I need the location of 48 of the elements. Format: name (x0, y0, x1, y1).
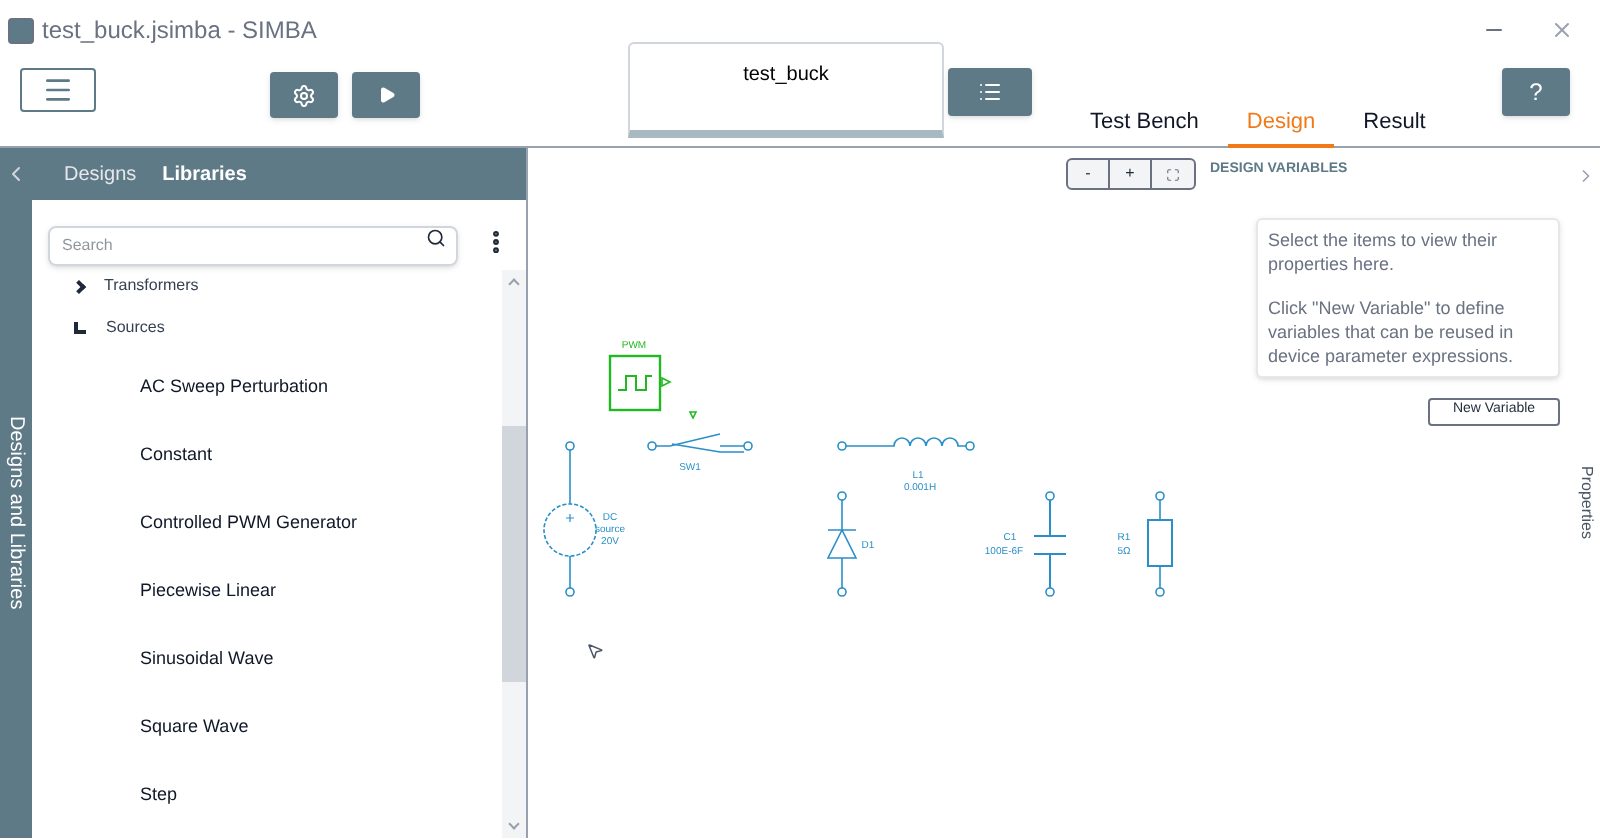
collapse-icon[interactable] (74, 322, 86, 334)
pwm-generator-drawing (608, 354, 672, 412)
scrollbar-thumb[interactable] (502, 426, 526, 682)
folder-label: Transformers (104, 274, 199, 298)
hint-text: Click "New Variable" to define variables that can be reused in device parameter expressions. (1268, 295, 1516, 367)
inductor-drawing (837, 437, 975, 451)
menu-button[interactable] (20, 68, 96, 112)
folder-label: Sources (106, 316, 165, 340)
library-item[interactable]: Piecewise Linear (32, 558, 502, 626)
close-icon[interactable] (1550, 18, 1574, 42)
cursor-icon (586, 642, 604, 660)
panel-side-label[interactable]: Designs and Libraries (1, 415, 31, 609)
search-icon[interactable] (426, 228, 446, 248)
search-field[interactable]: Search (48, 225, 458, 265)
diode-drawing (826, 491, 857, 597)
help-button[interactable]: ? (1502, 68, 1570, 116)
list-button[interactable] (948, 68, 1032, 116)
resistor-drawing (1147, 491, 1173, 597)
view-tab[interactable]: Test Bench (1072, 102, 1217, 148)
run-button[interactable] (352, 72, 420, 118)
app-logo-icon (8, 17, 34, 43)
library-item[interactable]: Controlled PWM Generator (32, 490, 502, 558)
fit-icon[interactable] (1166, 167, 1180, 181)
play-icon[interactable] (377, 86, 395, 104)
panel-tab[interactable]: Libraries (154, 159, 255, 189)
menu-icon[interactable] (42, 74, 74, 106)
zoom-button[interactable]: - (1068, 160, 1110, 188)
scroll-up-icon[interactable] (508, 278, 520, 290)
document-tab[interactable]: test_buck (628, 42, 944, 138)
tree-folder[interactable]: Sources (32, 302, 502, 354)
expand-icon[interactable] (71, 278, 87, 294)
scroll-down-icon[interactable] (508, 818, 520, 830)
panel-tab[interactable]: Designs (56, 159, 145, 189)
library-item[interactable]: Square Wave (32, 694, 502, 762)
library-item[interactable]: Sinusoidal Wave (32, 626, 502, 694)
window-title: test_buck.jsimba - SIMBA (42, 14, 317, 48)
settings-icon[interactable] (292, 83, 316, 107)
switch-drawing (647, 411, 753, 453)
library-item[interactable]: AC Sweep Perturbation (32, 354, 502, 422)
library-item[interactable]: Step (32, 762, 502, 830)
hint-text: Select the items to view their properties here. (1268, 227, 1500, 275)
view-tab[interactable]: Result (1345, 102, 1444, 148)
panel-side-label[interactable]: Properties (1574, 466, 1598, 539)
library-item[interactable]: Constant (32, 422, 502, 490)
settings-button[interactable] (270, 72, 338, 118)
tree-folder[interactable]: Transformers (32, 270, 502, 302)
zoom-button[interactable]: + (1110, 160, 1152, 188)
capacitor-drawing (1033, 491, 1067, 597)
